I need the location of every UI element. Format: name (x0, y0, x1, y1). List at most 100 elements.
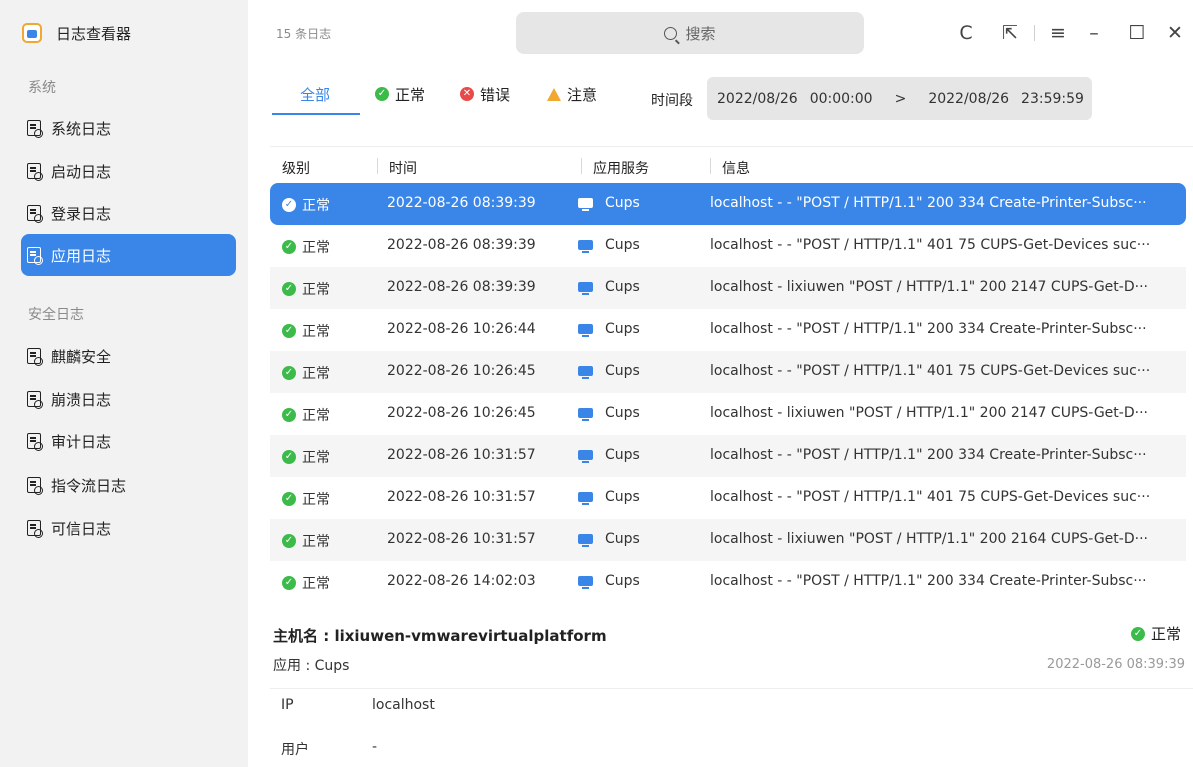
sidebar-item-login-log[interactable]: 登录日志 (21, 192, 264, 234)
tab-normal-label: 正常 (395, 85, 426, 104)
time-cell: 2022-08-26 10:31:57 (387, 447, 536, 463)
table-row[interactable]: ✓ 正常 2022-08-26 08:39:39 Cups localhost -… (270, 267, 1186, 309)
tab-all[interactable]: 全部 (300, 82, 330, 106)
app-logo-icon (22, 23, 42, 43)
check-circle-icon: ✓ (282, 450, 296, 464)
sidebar-item-crash-log[interactable]: 崩溃日志 (21, 378, 264, 420)
start-date: 2022/08/26 (717, 90, 798, 107)
level-cell: ✓ 正常 (282, 237, 330, 257)
info-cell: localhost - - "POST / HTTP/1.1" 401 75 C… (710, 237, 1151, 253)
detail-divider (270, 688, 1193, 689)
table-row[interactable]: ✓ 正常 2022-08-26 10:26:44 Cups localhost -… (270, 309, 1186, 351)
column-divider (377, 158, 378, 174)
time-cell: 2022-08-26 10:26:45 (387, 405, 536, 421)
tab-warning[interactable]: 注意 (547, 82, 597, 106)
export-button[interactable]: ⇱ (997, 20, 1023, 46)
time-cell: 2022-08-26 10:31:57 (387, 531, 536, 547)
app-cell: Cups (578, 447, 640, 463)
check-circle-icon: ✓ (282, 366, 296, 380)
app-text: Cups (605, 447, 640, 463)
check-circle-icon: ✓ (282, 282, 296, 296)
level-cell: ✓ 正常 (282, 321, 330, 341)
level-text: 正常 (302, 450, 330, 466)
column-header-level[interactable]: 级别 (282, 158, 310, 178)
sidebar-item-audit-log[interactable]: 审计日志 (21, 420, 264, 462)
search-icon (664, 26, 678, 40)
app-text: Cups (605, 405, 640, 421)
sidebar-item-label: 指令流日志 (51, 476, 127, 495)
monitor-icon (578, 282, 593, 295)
app-text: Cups (605, 363, 640, 379)
monitor-icon (578, 324, 593, 337)
check-circle-icon: ✓ (282, 576, 296, 590)
info-cell: localhost - - "POST / HTTP/1.1" 401 75 C… (710, 363, 1151, 379)
sidebar-item-app-log[interactable]: 应用日志 (21, 234, 236, 276)
column-header-app[interactable]: 应用服务 (593, 158, 649, 178)
monitor-icon (578, 492, 593, 505)
sidebar-item-label: 系统日志 (51, 119, 112, 138)
level-cell: ✓ 正常 (282, 447, 330, 467)
sidebar-item-label: 审计日志 (51, 432, 112, 451)
refresh-button[interactable]: C (953, 20, 979, 46)
table-row[interactable]: ✓ 正常 2022-08-26 08:39:39 Cups localhost -… (270, 225, 1186, 267)
app-text: Cups (605, 573, 640, 589)
app-cell: Cups (578, 405, 640, 421)
maximize-button[interactable]: ☐ (1124, 20, 1150, 46)
info-cell: localhost - - "POST / HTTP/1.1" 200 334 … (710, 321, 1147, 337)
close-button[interactable]: ✕ (1162, 20, 1188, 46)
level-text: 正常 (302, 240, 330, 256)
level-text: 正常 (302, 492, 330, 508)
trusted-log-icon (27, 520, 43, 538)
app-cell: Cups (578, 237, 640, 253)
sidebar-item-kylin-security[interactable]: 麒麟安全 (21, 335, 264, 377)
sidebar-item-label: 崩溃日志 (51, 390, 112, 409)
log-count: 15 条日志 (276, 27, 332, 41)
column-header-time[interactable]: 时间 (389, 158, 417, 178)
monitor-icon (578, 240, 593, 253)
section-label-security: 安全日志 (28, 307, 84, 323)
tab-error[interactable]: ✕ 错误 (460, 82, 510, 106)
period-range-picker[interactable]: 2022/08/26 00:00:00 > 2022/08/26 23:59:5… (707, 77, 1092, 120)
level-cell: ✓ 正常 (282, 573, 330, 593)
table-row[interactable]: ✓ 正常 2022-08-26 10:26:45 Cups localhost -… (270, 393, 1186, 435)
sidebar: 日志查看器 系统 系统日志 启动日志 登录日志 应用日志 安全日志 麒麟安全 崩… (0, 0, 248, 767)
check-circle-icon: ✓ (375, 87, 389, 101)
sidebar-item-trusted-log[interactable]: 可信日志 (21, 507, 264, 549)
detail-status: ✓ 正常 (1131, 623, 1181, 644)
period-label: 时间段 (651, 93, 693, 109)
level-text: 正常 (302, 534, 330, 550)
app-text: Cups (605, 531, 640, 547)
sidebar-item-system-log[interactable]: 系统日志 (21, 107, 264, 149)
monitor-icon (578, 576, 593, 589)
table-row[interactable]: ✓ 正常 2022-08-26 10:31:57 Cups localhost -… (270, 435, 1186, 477)
minimize-button[interactable]: – (1081, 20, 1107, 46)
search-input[interactable]: 搜索 (516, 12, 864, 54)
tab-all-label: 全部 (300, 85, 331, 104)
sidebar-item-boot-log[interactable]: 启动日志 (21, 150, 264, 192)
app-name: 日志查看器 (56, 24, 132, 43)
check-circle-icon: ✓ (282, 492, 296, 506)
sidebar-item-label: 登录日志 (51, 204, 112, 223)
tab-active-indicator (272, 113, 360, 115)
column-header-info[interactable]: 信息 (722, 158, 750, 178)
info-cell: localhost - - "POST / HTTP/1.1" 200 334 … (710, 195, 1147, 211)
level-text: 正常 (302, 324, 330, 340)
app-cell: Cups (578, 321, 640, 337)
monitor-icon (578, 450, 593, 463)
menu-button[interactable]: ≡ (1045, 20, 1071, 46)
detail-app: 应用 : Cups (273, 658, 350, 674)
table-row[interactable]: ✓ 正常 2022-08-26 14:02:03 Cups localhost -… (270, 561, 1186, 603)
table-row[interactable]: ✓ 正常 2022-08-26 08:39:39 Cups localhost -… (270, 183, 1186, 225)
table-row[interactable]: ✓ 正常 2022-08-26 10:31:57 Cups localhost -… (270, 519, 1186, 561)
time-cell: 2022-08-26 08:39:39 (387, 279, 536, 295)
check-circle-icon: ✓ (282, 534, 296, 548)
level-text: 正常 (302, 408, 330, 424)
boot-log-icon (27, 163, 43, 181)
sidebar-item-command-flow-log[interactable]: 指令流日志 (21, 464, 264, 506)
table-row[interactable]: ✓ 正常 2022-08-26 10:26:45 Cups localhost -… (270, 351, 1186, 393)
monitor-icon (578, 408, 593, 421)
table-row[interactable]: ✓ 正常 2022-08-26 10:31:57 Cups localhost -… (270, 477, 1186, 519)
check-circle-icon: ✓ (282, 198, 296, 212)
tab-normal[interactable]: ✓ 正常 (375, 82, 425, 106)
check-circle-icon: ✓ (282, 240, 296, 254)
